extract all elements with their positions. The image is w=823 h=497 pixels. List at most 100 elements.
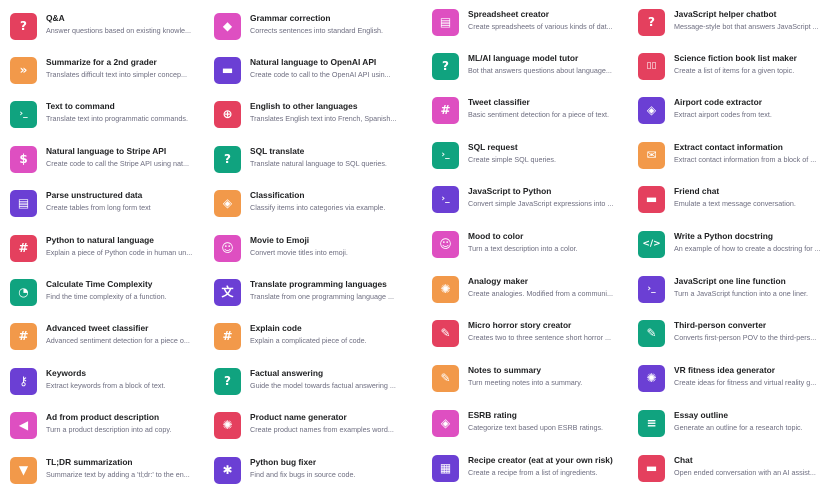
pencil-icon: ✎ [432,320,459,347]
terminal-icon: ›_ [432,186,459,213]
example-description: Guide the model towards factual answerin… [250,381,396,390]
fast-forward-icon: » [10,57,37,84]
hash-icon: # [214,323,241,350]
example-description: Explain a complicated piece of code. [250,336,367,345]
example-title: Natural language to OpenAI API [250,57,377,67]
example-title: Advanced tweet classifier [46,323,149,333]
example-title: Chat [674,455,693,465]
smile-icon: ☺ [214,235,241,262]
example-title: Python to natural language [46,235,154,245]
smile-icon: ☺ [432,231,459,258]
example-description: Convert simple JavaScript expressions in… [468,199,614,208]
example-title: Friend chat [674,186,720,196]
mail-icon: ✉ [638,142,665,169]
example-description: Converts first-person POV to the third-p… [674,333,817,342]
example-title: SQL request [468,142,518,152]
example-description: Emulate a text message conversation. [674,199,796,208]
pencil-icon: ✎ [638,320,665,347]
example-title: Mood to color [468,231,524,241]
chat-icon: ▬ [638,455,665,482]
cake-icon: ▦ [432,455,459,482]
hash-icon: # [432,97,459,124]
example-title: Parse unstructured data [46,190,143,200]
example-description: Extract airport codes from text. [674,110,772,119]
example-description: Turn a product description into ad copy. [46,425,172,434]
example-description: Translate text into programmatic command… [46,114,188,123]
example-title: JavaScript one line function [674,276,786,286]
chat-icon: ▬ [214,57,241,84]
example-description: Generate an outline for a research topic… [674,423,803,432]
example-title: Q&A [46,13,65,23]
example-description: Creates two to three sentence short horr… [468,333,612,342]
example-title: English to other languages [250,101,358,111]
question-icon: ? [10,13,37,40]
table-icon: ▤ [10,190,37,217]
example-title: Ad from product description [46,412,160,422]
example-title: Airport code extractor [674,97,762,107]
example-title: VR fitness idea generator [674,365,775,375]
clock-icon: ◔ [10,279,37,306]
example-description: Create product names from examples word.… [250,425,394,434]
example-description: Extract keywords from a block of text. [46,381,166,390]
megaphone-icon: ◀ [10,412,37,439]
example-title: Factual answering [250,368,324,378]
lightbulb-icon: ✺ [432,276,459,303]
example-description: Answer questions based on existing knowl… [46,26,192,35]
tag-icon: ◈ [214,190,241,217]
hash-icon: # [10,323,37,350]
code-icon: </> [638,231,665,258]
example-description: Turn a JavaScript function into a one li… [674,289,808,298]
lightbulb-icon: ✺ [214,412,241,439]
example-description: Summarize text by adding a 'tl;dr:' to t… [46,470,190,479]
example-description: Open ended conversation with an AI assis… [674,468,816,477]
dollar-icon: $ [10,146,37,173]
example-title: TL;DR summarization [46,457,133,467]
terminal-icon: ›_ [432,142,459,169]
example-title: JavaScript helper chatbot [674,9,777,19]
example-title: Calculate Time Complexity [46,279,153,289]
question-icon: ? [214,368,241,395]
example-description: Convert movie titles into emoji. [250,248,348,257]
example-title: SQL translate [250,146,305,156]
example-description: Translates English text into French, Spa… [250,114,397,123]
pencil-icon: ✎ [432,365,459,392]
example-description: Find the time complexity of a function. [46,292,167,301]
example-title: Micro horror story creator [468,320,572,330]
table-icon: ▤ [432,9,459,36]
example-title: Essay outline [674,410,728,420]
example-title: ESRB rating [468,410,517,420]
tag-icon: ◈ [432,410,459,437]
example-title: Third-person converter [674,320,767,330]
example-title: Science fiction book list maker [674,53,797,63]
example-description: Translate from one programming language … [250,292,394,301]
example-title: Classification [250,190,305,200]
example-description: Translate natural language to SQL querie… [250,159,387,168]
translate-icon: 文 [214,279,241,306]
document-icon: ≡ [638,410,665,437]
question-icon: ? [432,53,459,80]
example-title: Tweet classifier [468,97,530,107]
example-description: Create ideas for fitness and virtual rea… [674,378,817,387]
chat-icon: ▬ [638,186,665,213]
question-icon: ? [638,9,665,36]
example-description: Create spreadsheets of various kinds of … [468,22,613,31]
example-description: Bot that answers questions about languag… [468,66,612,75]
example-title: Notes to summary [468,365,542,375]
key-icon: ⚷ [10,368,37,395]
example-description: Translates difficult text into simpler c… [46,70,188,79]
example-title: Extract contact information [674,142,783,152]
hash-icon: # [10,235,37,262]
example-description: Create analogies. Modified from a commun… [468,289,614,298]
example-description: Corrects sentences into standard English… [250,26,384,35]
example-description: Turn meeting notes into a summary. [468,378,583,387]
example-description: Create a list of items for a given topic… [674,66,795,75]
example-title: Explain code [250,323,302,333]
example-description: Create code to call the Stripe API using… [46,159,190,168]
example-description: Basic sentiment detection for a piece of… [468,110,610,119]
example-title: Keywords [46,368,87,378]
example-description: Message-style bot that answers JavaScrip… [674,22,819,31]
example-title: Text to command [46,101,115,111]
example-description: An example of how to create a docstring … [674,244,821,253]
example-title: Product name generator [250,412,347,422]
terminal-icon: ›_ [10,101,37,128]
